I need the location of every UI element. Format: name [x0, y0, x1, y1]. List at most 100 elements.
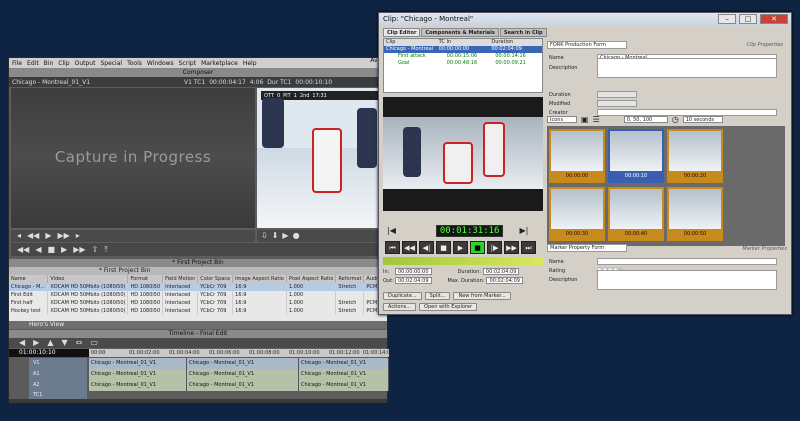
description-input[interactable] [597, 58, 777, 78]
interval-select[interactable]: 10 seconds [683, 116, 723, 123]
menu-special[interactable]: Special [100, 60, 122, 67]
marker-name-input[interactable] [597, 258, 777, 265]
timeline-clip[interactable]: Chicago - Montreal_01_V1 [89, 369, 187, 380]
col-header[interactable]: Video [48, 275, 128, 283]
play-icon[interactable]: ▶ [45, 231, 51, 241]
view-mode-select[interactable]: Icons [547, 116, 577, 123]
play-reverse-icon[interactable]: ◀ [35, 245, 41, 255]
menu-tools[interactable]: Tools [127, 60, 142, 67]
col-header[interactable]: Format [128, 275, 163, 283]
zoom-select[interactable]: 0, 50, 100 [624, 116, 668, 123]
record-monitor[interactable]: OTT 0 PIT 1 2nd 17:31 [257, 88, 387, 228]
step-back-icon[interactable]: ◀| [419, 241, 434, 254]
trim-icon[interactable]: ⇔ [76, 338, 83, 348]
menu-bin[interactable]: Bin [44, 60, 54, 67]
mark-in-icon[interactable]: ◀ [19, 338, 25, 348]
thumbnail[interactable]: 00:00:10 [608, 129, 664, 183]
menu-output[interactable]: Output [75, 60, 96, 67]
mark-out-icon[interactable]: ▶ [33, 338, 39, 348]
extract-icon[interactable]: ⤒ [104, 245, 108, 255]
step-forward-icon[interactable]: ▶▶ [57, 231, 69, 241]
list-icon[interactable]: ☰ [593, 115, 600, 125]
timeline-clip[interactable]: Chicago - Montreal_01_V1 [89, 380, 187, 391]
col-header[interactable]: Reformat [336, 275, 364, 283]
timeline-clip[interactable]: Chicago - Montreal_01_V1 [299, 358, 389, 369]
lift-icon[interactable]: ▲ [47, 338, 53, 348]
maximize-icon[interactable]: □ [739, 14, 757, 24]
max-duration-field[interactable]: 00:02:04:09 [486, 277, 523, 284]
col-header[interactable]: Field Motion [163, 275, 198, 283]
track-header-a2[interactable]: A2 [29, 380, 87, 391]
overwrite-icon[interactable]: ⬇ [272, 231, 279, 241]
clip-preview[interactable] [383, 97, 543, 211]
col-header[interactable]: Name [9, 275, 48, 283]
play-icon[interactable]: ▶ [453, 241, 468, 254]
track-header-a1[interactable]: A1 [29, 369, 87, 380]
skip-forward-icon[interactable]: ⏭ [521, 241, 536, 254]
go-end-icon[interactable]: ▶| [519, 226, 528, 236]
mark-out-icon[interactable]: ▸ [76, 231, 80, 241]
track-header-v1[interactable]: V1 [29, 358, 87, 369]
timeline-clip[interactable]: Chicago - Montreal_01_V1 [299, 369, 389, 380]
stop-icon[interactable]: ■ [47, 245, 55, 255]
menu-script[interactable]: Script [179, 60, 196, 67]
thumbnail[interactable]: 00:00:20 [667, 129, 723, 183]
menu-edit[interactable]: Edit [27, 60, 39, 67]
tab-search[interactable]: Search in Clip [500, 28, 547, 37]
play-icon[interactable]: ▶ [282, 231, 288, 241]
duplicate-button[interactable]: Duplicate... [383, 292, 422, 300]
thumbnail[interactable]: 00:00:40 [608, 187, 664, 241]
col-header[interactable]: Image Aspect Ratio [233, 275, 287, 283]
col-header[interactable]: Pixel Aspect Ratio [286, 275, 336, 283]
splice-icon[interactable]: ⇩ [261, 231, 268, 241]
clip-form-select[interactable]: FORK Production Form [547, 41, 627, 49]
menu-file[interactable]: File [12, 60, 22, 67]
menu-windows[interactable]: Windows [147, 60, 174, 67]
split-button[interactable]: Split... [425, 292, 451, 300]
timeline-clip[interactable]: Chicago - Montreal_01_V1 [187, 380, 299, 391]
go-start-icon[interactable]: |◀ [387, 226, 396, 236]
menu-clip[interactable]: Clip [58, 60, 69, 67]
color-icon[interactable]: ▣ [581, 115, 589, 125]
track-header-tc1[interactable]: TC1 [29, 391, 87, 399]
segment-icon[interactable]: ▭ [90, 338, 98, 348]
step-forward-icon[interactable]: |▶ [487, 241, 502, 254]
play-icon[interactable]: ▶ [61, 245, 67, 255]
rewind-icon[interactable]: ◀◀ [402, 241, 417, 254]
new-from-marker-button[interactable]: New from Marker... [453, 292, 510, 300]
source-monitor[interactable]: Capture in Progress [11, 88, 255, 228]
minimize-icon[interactable]: – [718, 14, 736, 24]
timeline-clip[interactable]: Chicago - Montreal_01_V1 [299, 380, 389, 391]
col-header[interactable]: TC In [437, 39, 490, 46]
in-field[interactable]: 00:00:00:00 [395, 268, 432, 275]
lift-icon[interactable]: ⇧ [92, 245, 99, 255]
source-clip-name[interactable]: Chicago - Montreal_01_V1 [12, 79, 90, 86]
list-item[interactable]: Chicago - Montreal 00:00:00:00 00:02:04:… [384, 46, 542, 53]
thumbnail[interactable]: 00:00:30 [549, 187, 605, 241]
extract-icon[interactable]: ▼ [61, 338, 67, 348]
table-row[interactable]: First halfXDCAM HD 50Mbits (1080i50)HD 1… [9, 299, 387, 307]
table-row[interactable]: Chicago - M…XDCAM HD 50Mbits (1080i50)HD… [9, 283, 387, 291]
record-icon[interactable]: ● [293, 231, 300, 241]
mark-in-icon[interactable]: ◂ [17, 231, 21, 241]
table-row[interactable]: First EditXDCAM HD 50Mbits (1080i50)HD 1… [9, 291, 387, 299]
modified-input[interactable] [597, 100, 637, 107]
timeline-clip[interactable]: Chicago - Montreal_01_V1 [187, 369, 299, 380]
tab-clip-editor[interactable]: Clip Editor [383, 28, 420, 37]
open-explorer-button[interactable]: Open with Explorer [419, 303, 477, 311]
play-loop-icon[interactable]: ■ [470, 241, 485, 254]
menu-marketplace[interactable]: Marketplace [201, 60, 238, 67]
timeline-scrollbar[interactable] [9, 399, 387, 403]
stop-icon[interactable]: ■ [436, 241, 451, 254]
table-row[interactable]: Hockey testXDCAM HD 50Mbits (1080i50)HD … [9, 307, 387, 315]
timeline-clip[interactable]: Chicago - Montreal_01_V1 [89, 358, 187, 369]
list-item[interactable]: First attack 00:00:15:06 00:00:14:16 [384, 53, 542, 60]
col-header[interactable]: Clip [384, 39, 437, 46]
fast-forward-icon[interactable]: ▶▶ [504, 241, 519, 254]
fast-forward-icon[interactable]: ▶▶ [73, 245, 85, 255]
bin-tab[interactable]: * First Project Bin [9, 267, 387, 275]
actions-button[interactable]: Actions... [383, 303, 416, 311]
timeline-ruler[interactable]: 00:00 01:00:02:00 01:00:04:00 01:00:06:0… [89, 349, 389, 357]
rewind-icon[interactable]: ◀◀ [17, 245, 29, 255]
tab-components[interactable]: Components & Materials [421, 28, 498, 37]
